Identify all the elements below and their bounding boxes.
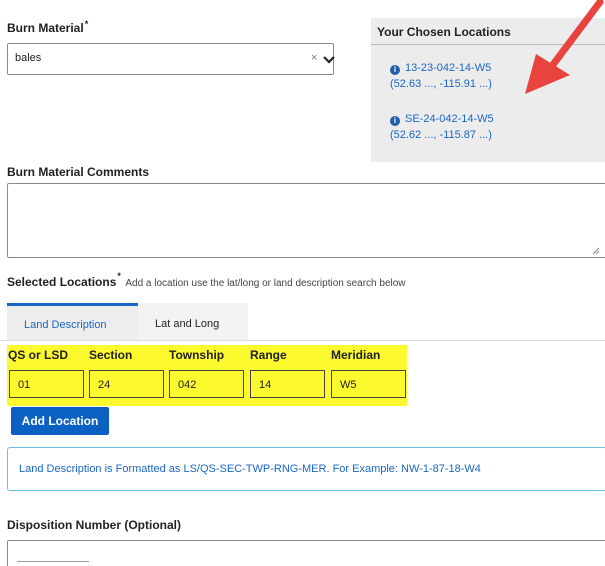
burn-material-comments-textarea[interactable] — [7, 183, 605, 258]
annotation-arrow-icon — [525, 0, 604, 94]
burn-material-value: bales — [15, 52, 42, 64]
land-description-fields: QS or LSD Section Township Range Meridia… — [7, 345, 407, 406]
township-input[interactable]: 042 — [169, 370, 244, 398]
required-mark: * — [117, 271, 121, 281]
range-label: Range — [250, 348, 287, 362]
tab-lat-and-long-label: Lat and Long — [155, 318, 220, 330]
selected-locations-label: Selected Locations — [7, 275, 117, 289]
tab-lat-and-long[interactable]: Lat and Long — [138, 303, 248, 341]
burn-material-label: Burn Material* — [7, 19, 89, 35]
tab-land-description[interactable]: Land Description — [7, 303, 138, 341]
resize-grip-icon[interactable] — [592, 247, 600, 255]
qs-lsd-label: QS or LSD — [8, 348, 69, 362]
format-info-text: Land Description is Formatted as LS/QS-S… — [19, 463, 481, 475]
chosen-location-name[interactable]: SE-24-042-14-W5 — [405, 113, 494, 125]
chevron-down-icon[interactable] — [322, 55, 336, 65]
section-input[interactable]: 24 — [89, 370, 164, 398]
chosen-location-coords[interactable]: (52.62 ..., -115.87 ...) — [390, 129, 492, 141]
chosen-location-name[interactable]: 13-23-042-14-W5 — [405, 62, 491, 74]
disposition-number-label: Disposition Number (Optional) — [7, 518, 181, 532]
add-location-button[interactable]: Add Location — [11, 407, 109, 435]
required-mark: * — [84, 19, 89, 29]
burn-material-label-text: Burn Material — [7, 21, 84, 35]
burn-material-select[interactable]: bales × — [7, 43, 336, 75]
range-input[interactable]: 14 — [250, 370, 325, 398]
format-info-box: Land Description is Formatted as LS/QS-S… — [7, 447, 605, 491]
township-label: Township — [169, 348, 225, 362]
chosen-location-item[interactable]: i SE-24-042-14-W5 (52.62 ..., -115.87 ...… — [390, 111, 494, 143]
chosen-location-item[interactable]: i 13-23-042-14-W5 (52.63 ..., -115.91 ...… — [390, 60, 492, 92]
tab-land-description-label: Land Description — [24, 319, 107, 331]
section-label: Section — [89, 348, 133, 362]
clear-icon[interactable]: × — [311, 52, 317, 64]
placeholder-underline — [17, 561, 89, 562]
chosen-locations-title: Your Chosen Locations — [377, 25, 511, 39]
chosen-location-coords[interactable]: (52.63 ..., -115.91 ...) — [390, 78, 492, 90]
disposition-number-input[interactable] — [7, 540, 605, 566]
selected-locations-header: Selected Locations* Add a location use t… — [7, 271, 406, 291]
meridian-label: Meridian — [331, 348, 381, 362]
qs-lsd-input[interactable]: 01 — [9, 370, 84, 398]
meridian-input[interactable]: W5 — [331, 370, 406, 398]
info-icon: i — [390, 116, 400, 126]
burn-material-comments-label: Burn Material Comments — [7, 165, 150, 179]
selected-locations-help: Add a location use the lat/long or land … — [125, 278, 406, 289]
info-icon: i — [390, 65, 400, 75]
tab-divider — [0, 340, 605, 341]
